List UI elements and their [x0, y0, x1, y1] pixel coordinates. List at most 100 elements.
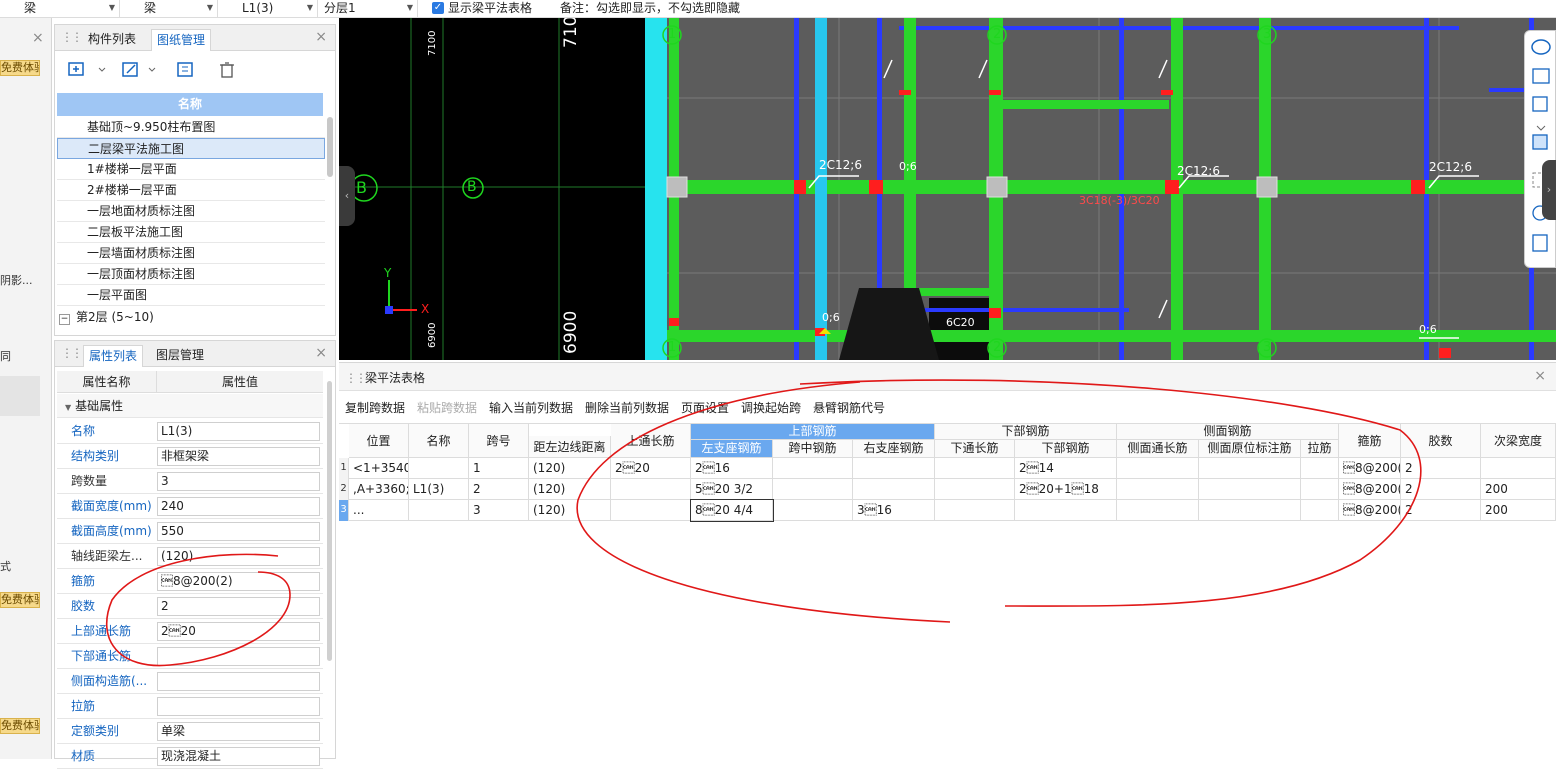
component-type-dropdown[interactable]: 梁 ▼	[0, 0, 120, 17]
drawing-list-item[interactable]: 一层墙面材质标注图	[57, 243, 325, 264]
scrollbar[interactable]	[327, 381, 332, 661]
table-cell[interactable]	[935, 479, 1015, 500]
layer-dropdown[interactable]: 分层1 ▼	[318, 0, 418, 17]
drawing-list-item[interactable]: 1#楼梯一层平面	[57, 159, 325, 180]
table-cell[interactable]: ...	[349, 500, 409, 521]
table-cell[interactable]: 8@200(	[1339, 458, 1401, 479]
drawing-list-item[interactable]: 基础顶~9.950柱布置图	[57, 117, 325, 138]
table-cell[interactable]: 2	[1401, 500, 1481, 521]
table-cell[interactable]: 216	[691, 458, 773, 479]
cad-viewport[interactable]: B B 1 2 3 1 2 3 7100 6900 7100 6900 2C12…	[339, 18, 1556, 360]
section-basic[interactable]: ▼ 基础属性	[57, 394, 323, 418]
close-icon[interactable]: ×	[32, 30, 44, 46]
table-cell[interactable]: 820 4/4	[690, 499, 774, 522]
table-cell[interactable]: 220	[611, 458, 691, 479]
property-value-field[interactable]	[157, 697, 320, 716]
drawing-list-item[interactable]: 二层板平法施工图	[57, 222, 325, 243]
table-cell[interactable]: 8@200(	[1339, 500, 1401, 521]
tab-components[interactable]: 构件列表	[83, 29, 141, 51]
table-cell[interactable]	[773, 500, 853, 521]
collapse-right-button[interactable]: ›	[1542, 160, 1556, 220]
table-cell[interactable]: 220+118	[1015, 479, 1117, 500]
property-value-field[interactable]: (120)	[157, 547, 320, 566]
property-value-field[interactable]: 240	[157, 497, 320, 516]
table-cell[interactable]	[1199, 500, 1301, 521]
collapse-icon[interactable]: −	[59, 314, 70, 325]
table-cell[interactable]	[1117, 479, 1199, 500]
drawing-list-item[interactable]: 一层地面材质标注图	[57, 201, 325, 222]
tryout-badge[interactable]: 免费体验	[0, 60, 40, 76]
tab-properties[interactable]: 属性列表	[83, 345, 144, 367]
table-cell[interactable]	[1301, 479, 1339, 500]
table-cell[interactable]	[1481, 458, 1556, 479]
table-cell[interactable]: 1	[469, 458, 529, 479]
table-tool-button[interactable]: 复制跨数据	[345, 397, 405, 419]
table-tool-button[interactable]: 输入当前列数据	[489, 397, 573, 419]
table-cell[interactable]	[611, 479, 691, 500]
table-cell[interactable]: L1(3)	[409, 479, 469, 500]
tryout-badge[interactable]: 免费体验	[0, 718, 40, 734]
property-value-field[interactable]	[157, 672, 320, 691]
drawing-list-item[interactable]: 2#楼梯一层平面	[57, 180, 325, 201]
delete-drawing-button[interactable]	[215, 59, 239, 81]
drag-handle-icon[interactable]: ⋮⋮	[61, 30, 83, 44]
table-cell[interactable]: <1+3540	[349, 458, 409, 479]
table-tool-button[interactable]: 悬臂钢筋代号	[813, 397, 885, 419]
property-value-field[interactable]: L1(3)	[157, 422, 320, 441]
tryout-badge[interactable]: 免费体验	[0, 592, 40, 608]
table-cell[interactable]	[853, 479, 935, 500]
table-tool-button[interactable]: 调换起始跨	[741, 397, 801, 419]
drawing-list-item[interactable]: 一层顶面材质标注图	[57, 264, 325, 285]
floor-group[interactable]: − 第2层 (5~10)	[59, 309, 154, 325]
drawing-list-item[interactable]: 二层梁平法施工图	[57, 138, 325, 159]
table-cell[interactable]: 2	[469, 479, 529, 500]
table-cell[interactable]	[1199, 458, 1301, 479]
table-cell[interactable]	[1117, 500, 1199, 521]
table-cell[interactable]	[1301, 458, 1339, 479]
property-value-field[interactable]: 3	[157, 472, 320, 491]
table-cell[interactable]	[773, 458, 853, 479]
table-cell[interactable]	[1301, 500, 1339, 521]
table-cell[interactable]	[935, 500, 1015, 521]
split-drawing-button[interactable]	[173, 59, 199, 81]
table-cell[interactable]: 2	[1401, 479, 1481, 500]
edge-selected-slot[interactable]	[0, 376, 40, 416]
table-tool-button[interactable]: 粘贴跨数据	[417, 397, 477, 419]
edit-drawing-button[interactable]	[117, 59, 165, 81]
tab-drawings[interactable]: 图纸管理	[151, 29, 212, 51]
table-tool-button[interactable]: 删除当前列数据	[585, 397, 669, 419]
tab-layers[interactable]: 图层管理	[151, 345, 209, 367]
table-cell[interactable]	[773, 479, 853, 500]
table-cell[interactable]: 2	[1401, 458, 1481, 479]
table-cell[interactable]	[935, 458, 1015, 479]
table-cell[interactable]	[409, 458, 469, 479]
table-cell[interactable]: (120)	[529, 458, 611, 479]
table-cell[interactable]: (120)	[529, 479, 611, 500]
property-value-field[interactable]: 现浇混凝土	[157, 747, 320, 766]
table-cell[interactable]: 316	[853, 500, 935, 521]
property-value-field[interactable]: 220	[157, 622, 320, 641]
add-drawing-button[interactable]	[63, 59, 111, 81]
component-name-dropdown[interactable]: L1(3) ▼	[218, 0, 318, 17]
table-cell[interactable]	[1015, 500, 1117, 521]
table-cell[interactable]	[611, 500, 691, 521]
property-value-field[interactable]: 8@200(2)	[157, 572, 320, 591]
table-cell[interactable]	[1199, 479, 1301, 500]
component-subtype-dropdown[interactable]: 梁 ▼	[120, 0, 218, 17]
table-cell[interactable]: 200	[1481, 479, 1556, 500]
table-cell[interactable]: 8@200(	[1339, 479, 1401, 500]
scrollbar[interactable]	[327, 117, 333, 177]
table-cell[interactable]	[853, 458, 935, 479]
property-value-field[interactable]: 非框架梁	[157, 447, 320, 466]
drag-handle-icon[interactable]: ⋮⋮	[61, 346, 83, 360]
drag-handle-icon[interactable]: ⋮⋮	[345, 371, 367, 385]
table-cell[interactable]: 200	[1481, 500, 1556, 521]
table-cell[interactable]: ,A+3360;	[349, 479, 409, 500]
table-cell[interactable]	[1117, 458, 1199, 479]
close-icon[interactable]: ×	[315, 345, 327, 361]
collapse-left-button[interactable]: ‹	[339, 166, 355, 226]
property-value-field[interactable]: 单梁	[157, 722, 320, 741]
table-tool-button[interactable]: 页面设置	[681, 397, 729, 419]
table-cell[interactable]: (120)	[529, 500, 611, 521]
close-icon[interactable]: ×	[1534, 368, 1546, 384]
